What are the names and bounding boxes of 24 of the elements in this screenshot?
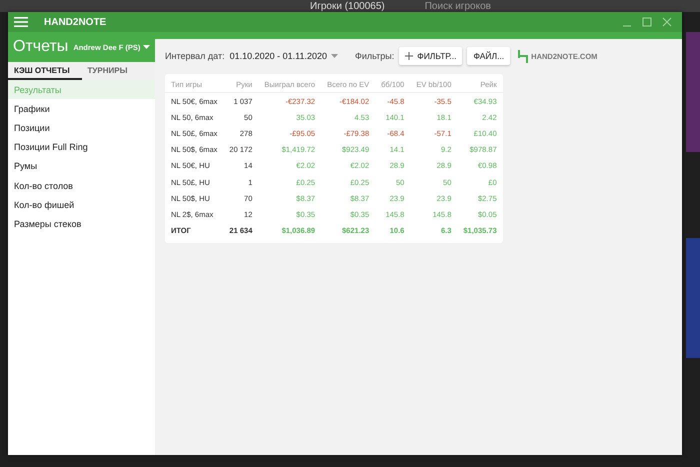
search-field[interactable]: Поиск игроков	[424, 0, 491, 12]
caret-icon	[331, 54, 338, 58]
sidebar-item[interactable]: Графики	[8, 99, 155, 118]
logo-icon	[518, 50, 528, 62]
sidebar-item[interactable]: Позиции Full Ring	[8, 138, 155, 157]
sidebar-item[interactable]: Кол-во фишей	[8, 195, 155, 214]
date-range-dropdown[interactable]: 01.10.2020 - 01.11.2020	[230, 51, 338, 61]
menu-icon[interactable]	[14, 17, 28, 27]
sidebar-item[interactable]: Румы	[8, 156, 155, 176]
caret-icon	[143, 45, 150, 49]
app-title: Игроки (100065)	[310, 0, 385, 12]
tab[interactable]: ТУРНИРЫ	[82, 62, 155, 80]
file-button[interactable]: ФАЙЛ...	[467, 47, 510, 65]
sidebar-item[interactable]: Кол-во столов	[8, 176, 155, 196]
sidebar-item[interactable]: Размеры стеков	[8, 214, 155, 234]
sidebar-item[interactable]: Позиции	[8, 118, 155, 138]
window-title: HAND2NOTE	[44, 16, 106, 28]
filter-button[interactable]: ФИЛЬТР...	[399, 47, 462, 65]
filters-label: Фильтры:	[355, 51, 394, 61]
close-icon[interactable]	[662, 17, 672, 27]
date-label: Интервал дат:	[165, 51, 225, 61]
maximize-icon[interactable]	[642, 17, 652, 27]
plus-icon	[405, 52, 414, 60]
page-title: Отчеты	[13, 38, 68, 56]
